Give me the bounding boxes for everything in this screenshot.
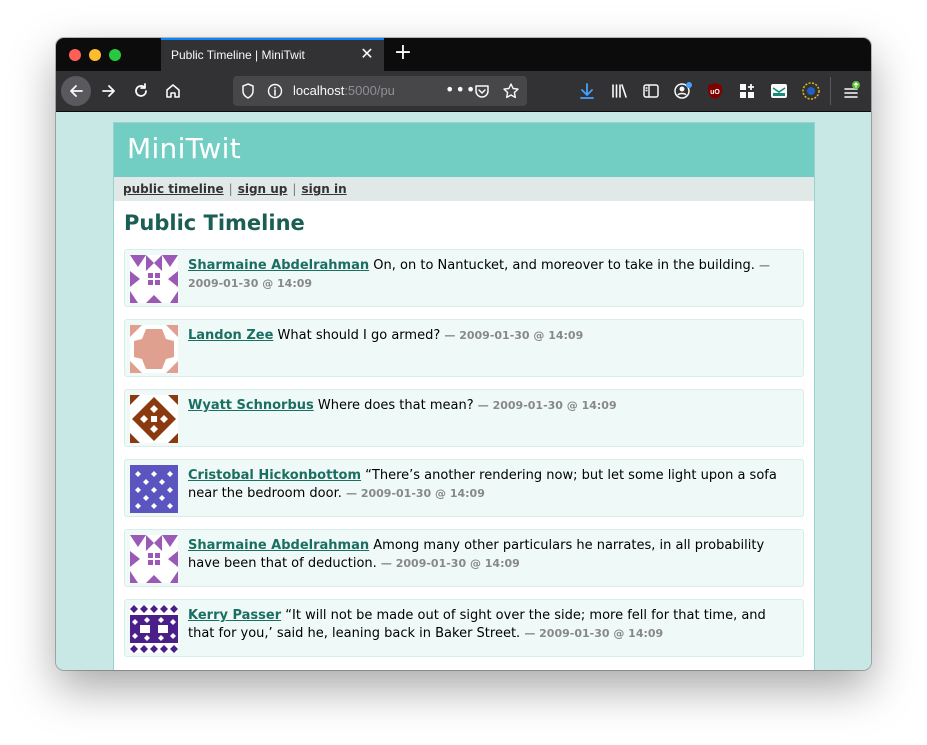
- message-list: Sharmaine Abdelrahman On, on to Nantucke…: [124, 249, 804, 657]
- info-icon: [267, 83, 283, 99]
- new-tab-icon[interactable]: +: [392, 42, 414, 64]
- forward-button[interactable]: [95, 77, 123, 105]
- account-button[interactable]: [669, 77, 697, 105]
- tab-title: Public Timeline | MiniTwit: [171, 48, 305, 62]
- message-author-link[interactable]: Wyatt Schnorbus: [188, 398, 314, 413]
- message-body: What should I go armed?: [277, 328, 441, 343]
- identicon-avatar[interactable]: [130, 325, 178, 373]
- nav-sign-up-link[interactable]: sign up: [238, 182, 288, 196]
- home-button[interactable]: [159, 77, 187, 105]
- nav-separator: |: [228, 182, 233, 196]
- tab-bar: Public Timeline | MiniTwit ✕ +: [56, 38, 871, 71]
- message-item: Sharmaine Abdelrahman Among many other p…: [124, 529, 804, 587]
- downloads-button[interactable]: [573, 77, 601, 105]
- ublock-shield-icon: uO: [708, 83, 722, 99]
- svg-text:uO: uO: [710, 89, 720, 96]
- message-text: Kerry Passer “It will not be made out of…: [188, 607, 785, 643]
- site-navigation: public timeline | sign up | sign in: [114, 177, 814, 201]
- grid-plus-icon: [740, 84, 754, 98]
- url-bar[interactable]: localhost:5000/pu •••: [233, 76, 527, 106]
- mail-icon: [771, 84, 787, 98]
- message-author-link[interactable]: Sharmaine Abdelrahman: [188, 538, 369, 553]
- browser-window: Public Timeline | MiniTwit ✕ + localhost…: [56, 38, 871, 670]
- message-item: Kerry Passer “It will not be made out of…: [124, 599, 804, 657]
- url-path: :5000/pu: [344, 83, 395, 98]
- identicon-avatar[interactable]: [130, 535, 178, 583]
- message-item: Cristobal Hickonbottom “There’s another …: [124, 459, 804, 517]
- library-button[interactable]: [605, 77, 633, 105]
- ublock-button[interactable]: uO: [701, 77, 729, 105]
- url-host: localhost: [293, 83, 345, 98]
- message-item: Wyatt Schnorbus Where does that mean? — …: [124, 389, 804, 447]
- message-body: Where does that mean?: [317, 398, 474, 413]
- page-actions-icon[interactable]: •••: [445, 80, 476, 99]
- message-item: Sharmaine Abdelrahman On, on to Nantucke…: [124, 249, 804, 307]
- site-title: MiniTwit: [127, 132, 241, 165]
- hamburger-menu-icon: [844, 81, 860, 98]
- message-text: Sharmaine Abdelrahman Among many other p…: [188, 537, 785, 573]
- home-icon: [166, 84, 180, 98]
- identicon-avatar[interactable]: [130, 395, 178, 443]
- back-button[interactable]: [61, 76, 91, 106]
- arrow-right-icon: [102, 85, 115, 97]
- download-icon: [580, 83, 594, 99]
- message-author-link[interactable]: Landon Zee: [188, 328, 273, 343]
- minimize-window-button[interactable]: [89, 49, 101, 61]
- site-header: MiniTwit: [114, 123, 814, 177]
- privacy-extension-button[interactable]: [797, 77, 825, 105]
- nav-toolbar: localhost:5000/pu ••• uO: [56, 71, 871, 112]
- message-date: — 2009-01-30 @ 14:09: [346, 487, 485, 500]
- close-window-button[interactable]: [69, 49, 81, 61]
- message-text: Wyatt Schnorbus Where does that mean? — …: [188, 397, 785, 415]
- app-menu-button[interactable]: [838, 77, 866, 105]
- sidebar-icon: [643, 84, 659, 98]
- pocket-icon: [475, 85, 489, 98]
- page-body: Public Timeline Sharmaine Abdelrahman On…: [114, 211, 814, 657]
- url-text: localhost:5000/pu: [293, 83, 395, 98]
- nav-sign-in-link[interactable]: sign in: [301, 182, 346, 196]
- close-tab-icon[interactable]: ✕: [358, 45, 376, 63]
- message-author-link[interactable]: Cristobal Hickonbottom: [188, 468, 361, 483]
- identicon-avatar[interactable]: [130, 255, 178, 303]
- message-text: Cristobal Hickonbottom “There’s another …: [188, 467, 785, 503]
- message-item: Landon Zee What should I go armed? — 200…: [124, 319, 804, 377]
- maximize-window-button[interactable]: [109, 49, 121, 61]
- arrow-left-icon: [70, 85, 83, 97]
- sidebar-button[interactable]: [637, 77, 665, 105]
- account-icon: [674, 82, 692, 99]
- page-title: Public Timeline: [124, 211, 305, 235]
- tab-active[interactable]: Public Timeline | MiniTwit ✕: [161, 38, 384, 71]
- toolbar-divider: [830, 77, 831, 105]
- message-date: — 2009-01-30 @ 14:09: [380, 557, 520, 570]
- library-icon: [612, 84, 627, 98]
- message-date: — 2009-01-30 @ 14:09: [477, 399, 617, 412]
- message-text: Sharmaine Abdelrahman On, on to Nantucke…: [188, 257, 785, 293]
- message-body: On, on to Nantucket, and moreover to tak…: [373, 258, 755, 273]
- extensions-grid-button[interactable]: [733, 77, 761, 105]
- shield-icon: [242, 83, 254, 99]
- message-date: — 2009-01-30 @ 14:09: [444, 329, 584, 342]
- message-author-link[interactable]: Kerry Passer: [188, 608, 281, 623]
- message-author-link[interactable]: Sharmaine Abdelrahman: [188, 258, 369, 273]
- nav-public-timeline-link[interactable]: public timeline: [123, 182, 224, 196]
- identicon-avatar[interactable]: [130, 465, 178, 513]
- reload-icon: [135, 83, 147, 97]
- privacy-badge-icon: [802, 82, 820, 100]
- reload-button[interactable]: [127, 77, 155, 105]
- message-date: — 2009-01-30 @ 14:09: [524, 627, 664, 640]
- page-container: MiniTwit public timeline | sign up | sign in…: [113, 122, 815, 670]
- identicon-avatar[interactable]: [130, 605, 178, 653]
- star-icon: [503, 83, 519, 99]
- message-text: Landon Zee What should I go armed? — 200…: [188, 327, 785, 345]
- page-viewport: MiniTwit public timeline | sign up | sign in…: [56, 112, 871, 670]
- nav-separator: |: [292, 182, 297, 196]
- mail-extension-button[interactable]: [765, 77, 793, 105]
